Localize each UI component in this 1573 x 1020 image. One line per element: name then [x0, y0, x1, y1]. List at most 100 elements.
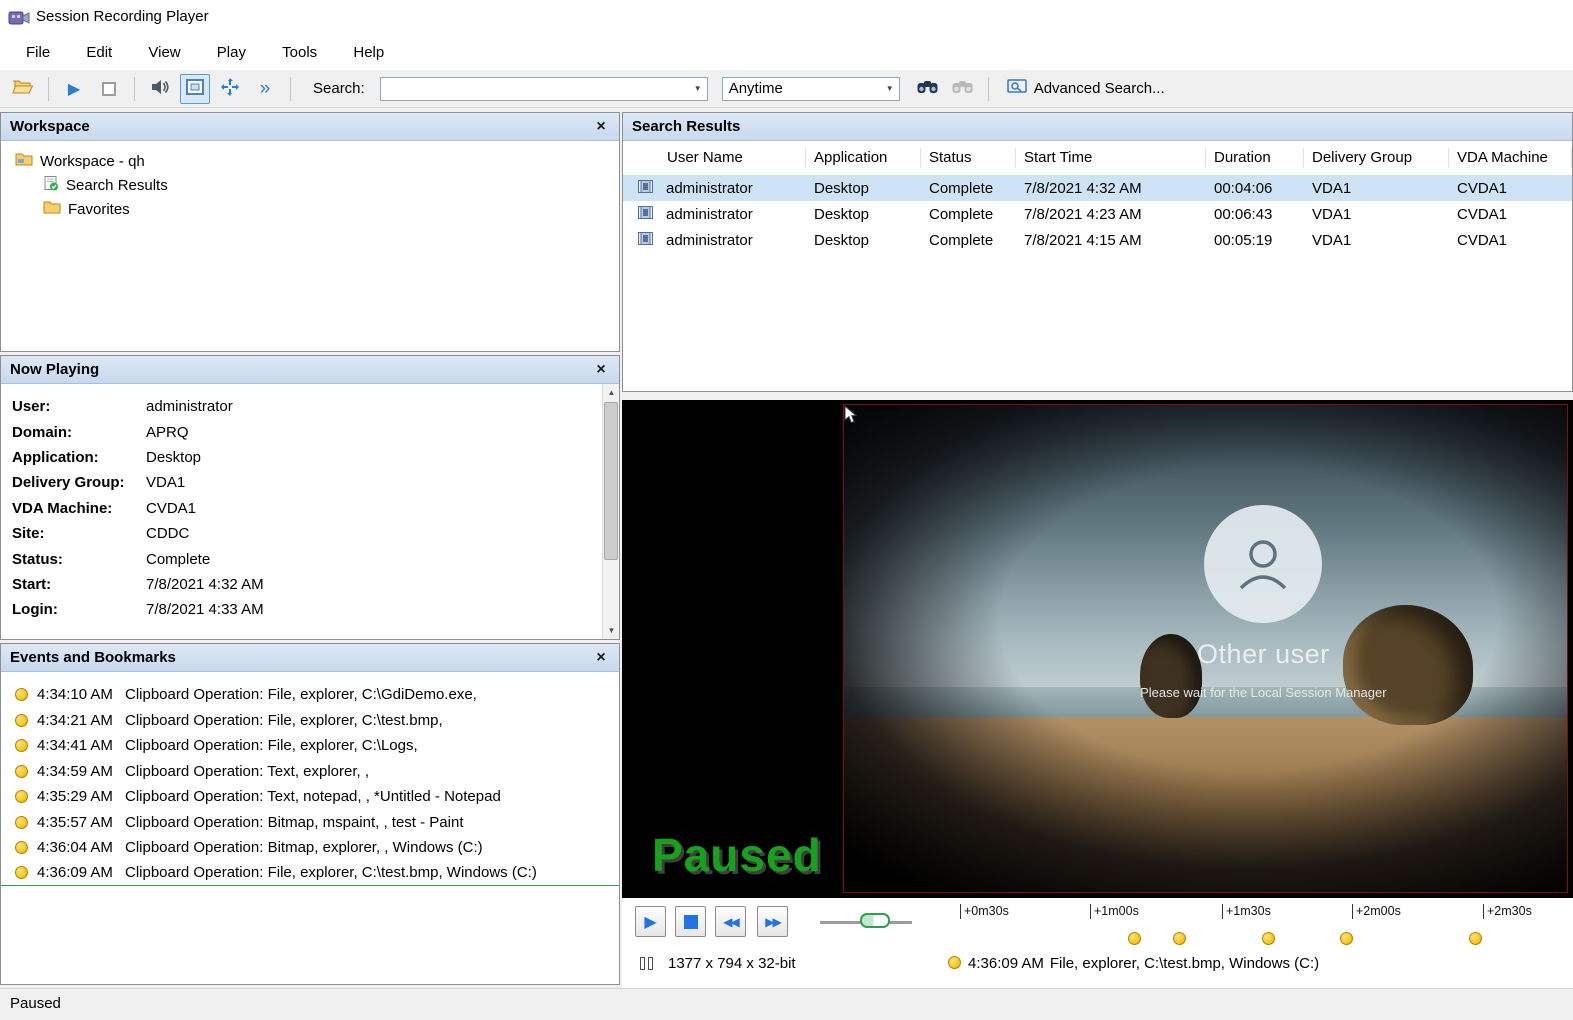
tree-item-search-results[interactable]: Search Results: [1, 173, 619, 197]
pan-button[interactable]: [215, 74, 245, 104]
menu-view[interactable]: View: [132, 36, 196, 70]
play-button[interactable]: ▶: [635, 906, 666, 937]
window-title: Session Recording Player: [36, 8, 209, 25]
event-item[interactable]: 4:35:57 AMClipboard Operation: Bitmap, m…: [1, 810, 619, 836]
column-header-status[interactable]: Status: [921, 148, 1016, 168]
cell-start-time: 7/8/2021 4:15 AM: [1016, 232, 1206, 249]
wait-message: Please wait for the Local Session Manage…: [1140, 685, 1386, 700]
audio-toggle-button[interactable]: [145, 74, 175, 104]
now-playing-scrollbar[interactable]: ▲ ▼: [602, 384, 619, 639]
cell-status: Complete: [921, 232, 1016, 249]
frame-toggle-button[interactable]: [180, 74, 210, 104]
column-header-delivery-group[interactable]: Delivery Group: [1304, 148, 1449, 168]
scroll-up-icon[interactable]: ▲: [603, 384, 620, 401]
find-button[interactable]: [913, 74, 943, 104]
column-header-duration[interactable]: Duration: [1206, 148, 1304, 168]
play-toolbar-button[interactable]: ▶: [59, 74, 89, 104]
more-tools-button[interactable]: »: [250, 74, 280, 104]
menu-file[interactable]: File: [10, 36, 66, 70]
event-item[interactable]: 4:34:21 AMClipboard Operation: File, exp…: [1, 708, 619, 734]
scrollbar-thumb[interactable]: [604, 402, 618, 560]
timeline-label: +2m30s: [1483, 904, 1532, 919]
recording-icon: [638, 206, 653, 223]
menu-play[interactable]: Play: [201, 36, 262, 70]
event-marker-icon[interactable]: [1128, 932, 1141, 945]
advanced-search-button[interactable]: Advanced Search...: [999, 76, 1173, 102]
search-input[interactable]: [381, 79, 689, 99]
current-event-time: 4:36:09 AM: [968, 955, 1044, 972]
session-recording-player-window: Session Recording Player File Edit View …: [0, 0, 1573, 1020]
field-value: Complete: [146, 551, 210, 568]
close-icon[interactable]: ×: [592, 649, 610, 667]
recording-icon: [638, 232, 653, 249]
table-row[interactable]: administrator Desktop Complete 7/8/2021 …: [623, 175, 1572, 201]
field-value: CDDC: [146, 525, 189, 542]
column-header-application[interactable]: Application: [806, 148, 921, 168]
menu-help[interactable]: Help: [337, 36, 400, 70]
event-time: 4:35:29 AM: [37, 788, 121, 805]
event-item[interactable]: 4:34:41 AMClipboard Operation: File, exp…: [1, 733, 619, 759]
field-row: Site:CDDC: [1, 521, 601, 546]
field-value: administrator: [146, 398, 233, 415]
find-next-button[interactable]: [948, 74, 978, 104]
event-marker-icon[interactable]: [1469, 932, 1482, 945]
column-header-user-name[interactable]: User Name: [623, 148, 806, 168]
stop-button[interactable]: [675, 906, 706, 937]
rewind-button[interactable]: ◀◀: [715, 906, 746, 937]
event-item[interactable]: 4:36:04 AMClipboard Operation: Bitmap, e…: [1, 835, 619, 861]
scroll-down-icon[interactable]: ▼: [603, 622, 620, 639]
status-bar: Paused: [0, 988, 1573, 1020]
event-marker-icon[interactable]: [1173, 932, 1186, 945]
results-table-header: User Name Application Status Start Time …: [623, 141, 1572, 175]
player-controls: ▶ ◀◀ ▶▶ +0m30s +1m00s +1m30s +2m00s +2m3…: [622, 898, 1573, 988]
open-file-button[interactable]: [8, 74, 38, 104]
event-time: 4:35:57 AM: [37, 814, 121, 831]
toolbar-separator: [134, 77, 135, 101]
events-title: Events and Bookmarks: [10, 649, 176, 666]
time-filter-value: Anytime: [723, 80, 881, 97]
event-item[interactable]: 4:35:29 AMClipboard Operation: Text, not…: [1, 784, 619, 810]
cell-vda-machine: CVDA1: [1449, 206, 1572, 223]
fast-forward-button[interactable]: ▶▶: [757, 906, 788, 937]
field-label: User:: [12, 398, 146, 415]
chevron-down-icon[interactable]: ▼: [689, 84, 707, 93]
speed-slider-handle[interactable]: [860, 913, 890, 928]
table-row[interactable]: administrator Desktop Complete 7/8/2021 …: [623, 227, 1572, 253]
event-marker-icon: [15, 739, 28, 752]
tree-item-favorites[interactable]: Favorites: [1, 197, 619, 221]
field-row: Status:Complete: [1, 546, 601, 571]
event-marker-icon: [15, 866, 28, 879]
stop-icon: [102, 82, 116, 96]
chevron-down-icon[interactable]: ▼: [881, 84, 899, 93]
search-combobox[interactable]: ▼: [380, 77, 708, 101]
event-marker-icon: [948, 956, 961, 969]
field-row: VDA Machine:CVDA1: [1, 496, 601, 521]
event-time: 4:36:04 AM: [37, 839, 121, 856]
event-marker-icon[interactable]: [1340, 932, 1353, 945]
column-header-start-time[interactable]: Start Time: [1016, 148, 1206, 168]
menu-edit[interactable]: Edit: [70, 36, 128, 70]
table-row[interactable]: administrator Desktop Complete 7/8/2021 …: [623, 201, 1572, 227]
event-item[interactable]: 4:34:59 AMClipboard Operation: Text, exp…: [1, 759, 619, 785]
time-filter-dropdown[interactable]: Anytime ▼: [722, 77, 900, 101]
event-item[interactable]: 4:34:10 AMClipboard Operation: File, exp…: [1, 682, 619, 708]
column-header-vda-machine[interactable]: VDA Machine: [1449, 148, 1572, 168]
cell-application: Desktop: [806, 180, 921, 197]
stop-toolbar-button[interactable]: [94, 74, 124, 104]
menu-tools[interactable]: Tools: [266, 36, 333, 70]
current-event-detail: File, explorer, C:\test.bmp, Windows (C:…: [1050, 955, 1319, 972]
tree-item-workspace-root[interactable]: Workspace - qh: [1, 149, 619, 173]
event-item-current[interactable]: 4:36:09 AMClipboard Operation: File, exp…: [1, 861, 619, 887]
field-value: CVDA1: [146, 500, 196, 517]
event-text: Clipboard Operation: File, explorer, C:\…: [125, 686, 477, 703]
title-bar: Session Recording Player: [0, 0, 1573, 36]
stop-icon: [684, 915, 698, 929]
toolbar: ▶ » Search: ▼ Anytime ▼: [0, 70, 1573, 108]
session-video-frame: Other user Please wait for the Local Ses…: [843, 404, 1568, 893]
cell-user: administrator: [666, 180, 753, 197]
cell-status: Complete: [921, 206, 1016, 223]
event-marker-icon[interactable]: [1262, 932, 1275, 945]
tree-item-label: Workspace - qh: [40, 153, 145, 170]
close-icon[interactable]: ×: [592, 118, 610, 136]
close-icon[interactable]: ×: [592, 361, 610, 379]
